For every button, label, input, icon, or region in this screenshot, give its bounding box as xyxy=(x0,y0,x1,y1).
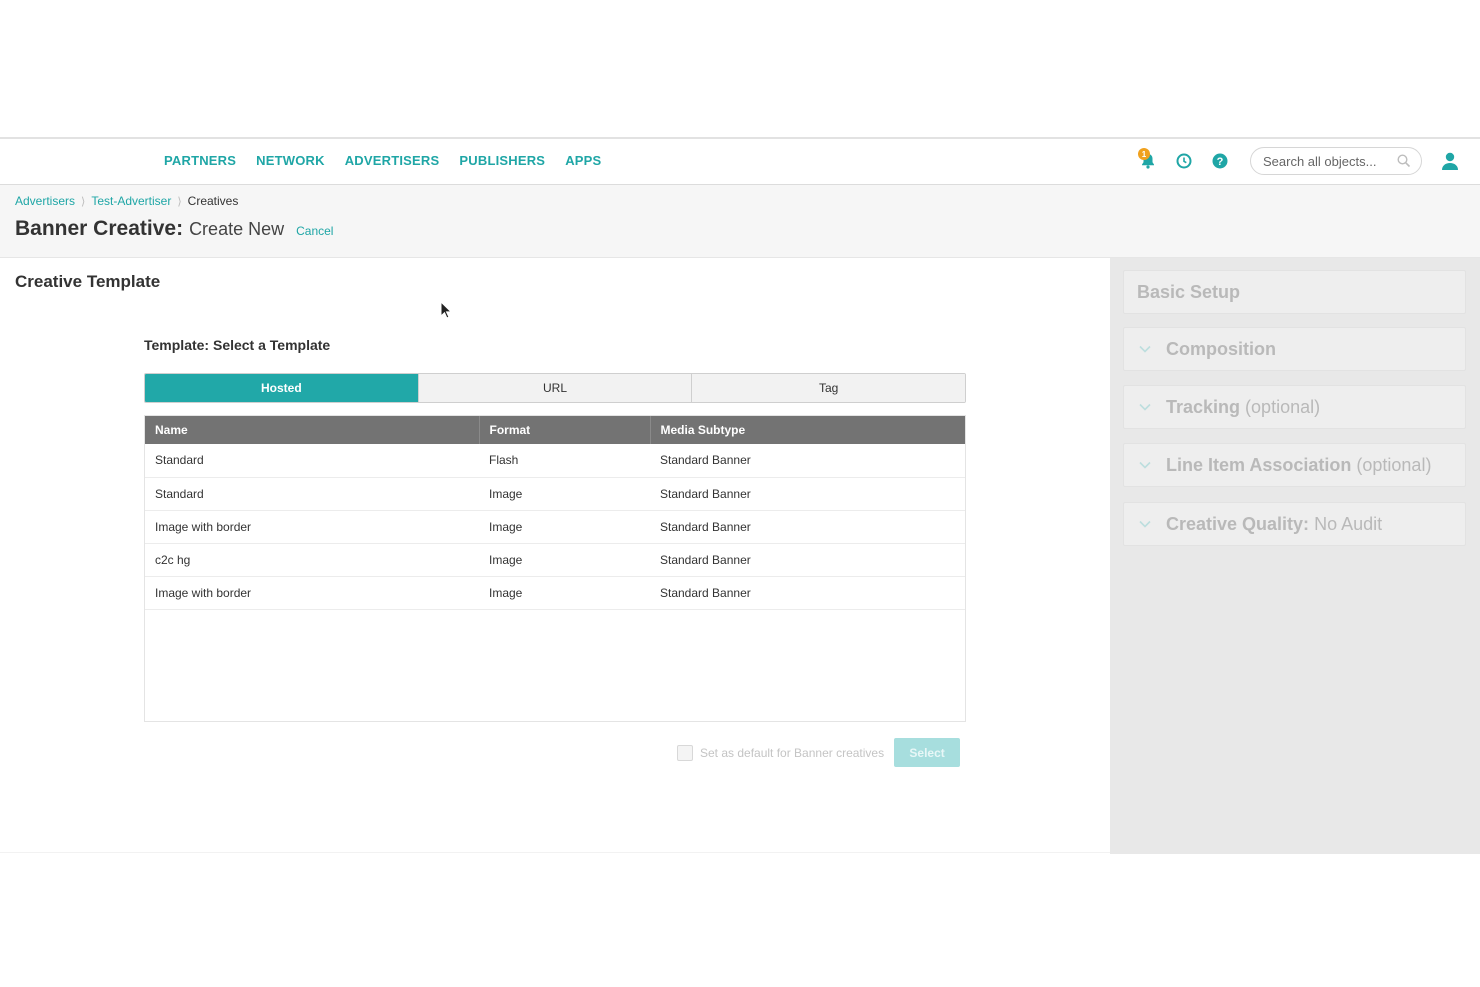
section-title: Creative Template xyxy=(15,272,161,291)
page-title-main: Banner Creative: xyxy=(15,217,184,240)
step-label: Line Item Association (optional) xyxy=(1166,454,1432,475)
step-label: Basic Setup xyxy=(1137,281,1241,302)
nav-publishers[interactable]: PUBLISHERS xyxy=(459,153,545,168)
history-button[interactable] xyxy=(1170,147,1198,175)
breadcrumb-separator-icon: ⟩ xyxy=(81,195,86,208)
breadcrumb: Advertisers ⟩ Test-Advertiser ⟩ Creative… xyxy=(15,194,238,208)
cell-format: Image xyxy=(479,477,650,511)
mouse-pointer-icon xyxy=(440,301,452,319)
cell-format: Image xyxy=(479,510,650,544)
notification-badge: 1 xyxy=(1138,148,1150,160)
cell-media-subtype: Standard Banner xyxy=(650,444,965,478)
column-header-name[interactable]: Name xyxy=(145,416,480,444)
step-creative-quality[interactable]: Creative Quality: No Audit xyxy=(1123,502,1466,546)
table-row[interactable]: Image with border Image Standard Banner xyxy=(145,510,965,544)
search-icon[interactable] xyxy=(1397,154,1411,168)
cell-name: Image with border xyxy=(145,576,479,610)
table-row[interactable]: Image with border Image Standard Banner xyxy=(145,576,965,610)
cell-media-subtype: Standard Banner xyxy=(650,477,965,511)
page-title-sub: Create New xyxy=(189,219,285,239)
cancel-link[interactable]: Cancel xyxy=(296,224,333,238)
set-default-label: Set as default for Banner creatives xyxy=(700,745,885,760)
main-content: Creative Template Template: Select a Tem… xyxy=(0,258,1110,854)
table-row[interactable]: Standard Image Standard Banner xyxy=(145,477,965,511)
setup-steps-panel: Basic Setup Composition Tracking (option… xyxy=(1110,258,1480,854)
nav-right: 1 ? xyxy=(1126,147,1464,175)
breadcrumb-separator-icon: ⟩ xyxy=(177,195,182,208)
cell-media-subtype: Standard Banner xyxy=(650,576,965,610)
chevron-down-icon xyxy=(1139,403,1153,411)
cell-name: Standard xyxy=(145,477,479,511)
cell-media-subtype: Standard Banner xyxy=(650,510,965,544)
step-composition[interactable]: Composition xyxy=(1123,327,1466,371)
nav-network[interactable]: NETWORK xyxy=(256,153,325,168)
set-default-checkbox[interactable] xyxy=(677,744,693,761)
help-button[interactable]: ? xyxy=(1206,147,1234,175)
svg-text:?: ? xyxy=(1217,156,1224,168)
cell-format: Image xyxy=(479,576,650,610)
template-footer: Set as default for Banner creatives Sele… xyxy=(677,738,961,767)
cell-name: Image with border xyxy=(145,510,479,544)
tab-url[interactable]: URL xyxy=(418,374,693,402)
nav-advertisers[interactable]: ADVERTISERS xyxy=(345,153,440,168)
page-header: Advertisers ⟩ Test-Advertiser ⟩ Creative… xyxy=(0,185,1480,258)
column-header-media-subtype[interactable]: Media Subtype xyxy=(650,416,965,444)
cell-format: Flash xyxy=(479,444,650,478)
step-label: Composition xyxy=(1166,338,1276,359)
table-row[interactable]: Standard Flash Standard Banner xyxy=(145,444,965,478)
page-title: Banner Creative: Create New Cancel xyxy=(15,217,333,241)
step-label: Creative Quality: No Audit xyxy=(1166,513,1383,534)
step-line-item-association[interactable]: Line Item Association (optional) xyxy=(1123,443,1466,487)
nav-apps[interactable]: APPS xyxy=(565,153,601,168)
chevron-down-icon xyxy=(1139,345,1153,353)
breadcrumb-test-advertiser[interactable]: Test-Advertiser xyxy=(91,194,171,208)
top-nav: PARTNERS NETWORK ADVERTISERS PUBLISHERS … xyxy=(0,139,1480,185)
tab-tag[interactable]: Tag xyxy=(692,374,965,402)
clock-icon xyxy=(1176,153,1192,169)
table-row[interactable]: c2c hg Image Standard Banner xyxy=(145,543,965,577)
template-table: Name Format Media Subtype Standard Flash… xyxy=(144,415,966,722)
tab-hosted[interactable]: Hosted xyxy=(145,374,419,402)
divider xyxy=(0,852,1110,853)
select-button[interactable]: Select xyxy=(894,738,961,767)
help-icon: ? xyxy=(1212,153,1228,169)
nav-links: PARTNERS NETWORK ADVERTISERS PUBLISHERS … xyxy=(164,153,601,168)
column-header-format[interactable]: Format xyxy=(479,416,651,444)
cell-media-subtype: Standard Banner xyxy=(650,543,965,577)
global-search[interactable] xyxy=(1250,147,1422,175)
cell-name: c2c hg xyxy=(145,543,479,577)
nav-partners[interactable]: PARTNERS xyxy=(164,153,236,168)
step-basic-setup[interactable]: Basic Setup xyxy=(1123,270,1466,314)
step-label: Tracking (optional) xyxy=(1166,396,1321,417)
user-menu-button[interactable] xyxy=(1436,147,1464,175)
cell-name: Standard xyxy=(145,444,479,478)
template-label: Template: Select a Template xyxy=(144,337,331,353)
chevron-down-icon xyxy=(1139,461,1153,469)
app-window: PARTNERS NETWORK ADVERTISERS PUBLISHERS … xyxy=(0,137,1480,854)
cell-format: Image xyxy=(479,543,650,577)
table-header-row: Name Format Media Subtype xyxy=(145,416,965,444)
breadcrumb-current: Creatives xyxy=(187,194,239,208)
notifications-button[interactable]: 1 xyxy=(1134,147,1162,175)
breadcrumb-advertisers[interactable]: Advertisers xyxy=(15,194,75,208)
template-type-tabs: Hosted URL Tag xyxy=(144,373,966,403)
user-icon xyxy=(1442,152,1458,170)
search-input[interactable] xyxy=(1263,153,1393,169)
chevron-down-icon xyxy=(1139,520,1153,528)
step-tracking[interactable]: Tracking (optional) xyxy=(1123,385,1466,429)
